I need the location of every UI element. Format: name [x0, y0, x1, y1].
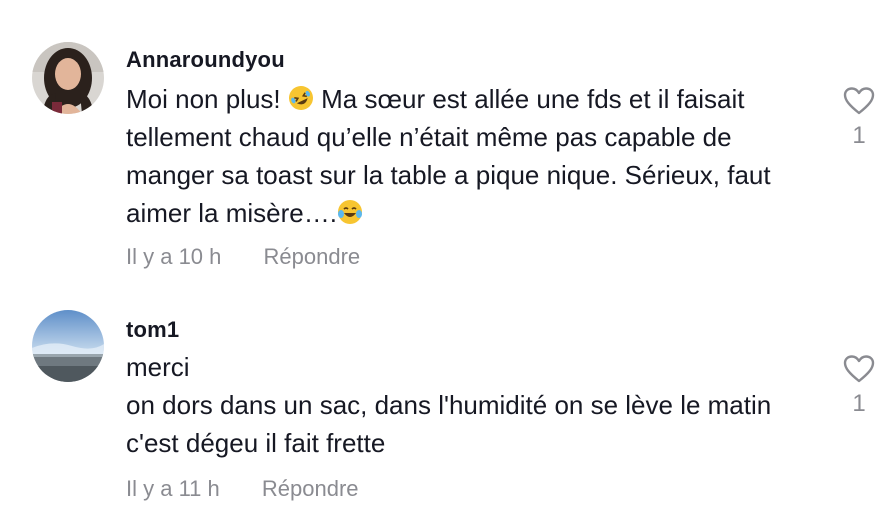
rolling-on-floor-laughing-emoji-icon	[288, 83, 314, 110]
comment-text-part: Moi non plus!	[126, 84, 288, 114]
comment-item: Annaroundyou Moi non plus! Ma sœur est a…	[0, 0, 892, 290]
comment-timestamp: Il y a 11 h	[126, 476, 220, 501]
comment-text-line: merci	[126, 352, 190, 382]
like-count: 1	[852, 122, 866, 149]
comment-text-line: on dors dans un sac, dans l'humidité on …	[126, 390, 772, 458]
comment-username[interactable]: Annaroundyou	[126, 47, 285, 73]
heart-icon[interactable]	[843, 86, 875, 116]
comment-item: tom1 merci on dors dans un sac, dans l'h…	[0, 300, 892, 518]
avatar[interactable]	[32, 42, 104, 114]
like-control: 1	[838, 354, 880, 418]
avatar[interactable]	[32, 310, 104, 382]
tears-of-joy-emoji-icon	[337, 197, 363, 224]
comment-meta: Il y a 10 h Répondre	[126, 244, 360, 270]
like-count: 1	[852, 390, 866, 417]
reply-button[interactable]: Répondre	[264, 244, 361, 269]
comment-timestamp: Il y a 10 h	[126, 244, 222, 269]
like-control: 1	[838, 86, 880, 150]
comment-username[interactable]: tom1	[126, 317, 179, 343]
reply-button[interactable]: Répondre	[262, 476, 359, 501]
comment-text: Moi non plus! Ma sœur est allée une fds …	[126, 80, 806, 232]
comment-text: merci on dors dans un sac, dans l'humidi…	[126, 348, 806, 462]
comment-meta: Il y a 11 h Répondre	[126, 476, 359, 502]
heart-icon[interactable]	[843, 354, 875, 384]
